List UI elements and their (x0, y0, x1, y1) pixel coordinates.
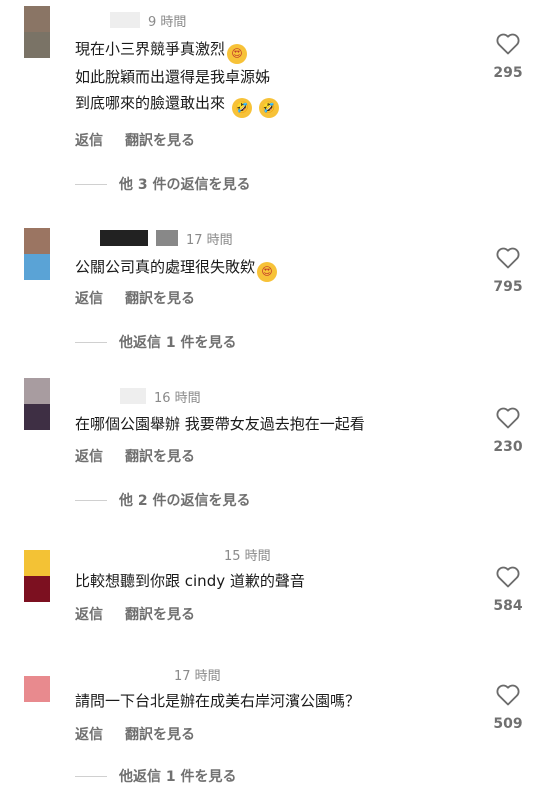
avatar-bottom (24, 404, 50, 430)
like-control: 509 (490, 684, 526, 732)
heart-icon[interactable] (496, 684, 520, 706)
view-replies-label: 他返信 1 件を見る (119, 769, 237, 785)
comment-line: 如此脫穎而出還得是我卓源姊 (75, 68, 271, 86)
heart-icon[interactable] (496, 33, 520, 55)
reply-button[interactable]: 返信 (75, 604, 103, 624)
divider-line (75, 499, 107, 501)
like-count: 795 (493, 279, 523, 295)
like-control: 295 (490, 33, 526, 81)
avatar[interactable] (24, 6, 50, 58)
comment-actions: 返信 翻訳を見る (75, 446, 195, 466)
avatar[interactable] (24, 550, 50, 602)
avatar[interactable] (24, 676, 50, 728)
comment-meta: 9 時間 (110, 10, 186, 30)
comment-line: 比較想聽到你跟 cindy 道歉的聲音 (75, 572, 305, 590)
comment-actions: 返信 翻訳を見る (75, 604, 195, 624)
reply-button[interactable]: 返信 (75, 446, 103, 466)
comment-actions: 返信 翻訳を見る (75, 724, 195, 744)
reply-button[interactable]: 返信 (75, 288, 103, 308)
avatar-bottom (24, 576, 50, 602)
rofl-emoji: 🤣 (231, 98, 252, 118)
timestamp: 15 時間 (224, 548, 271, 564)
redacted-username (156, 230, 178, 246)
comment-meta: 15 時間 (224, 544, 271, 564)
comment-line: 到底哪來的臉還敢出來 🤣 🤣 (75, 90, 475, 118)
redacted-username (100, 230, 148, 246)
heart-icon[interactable] (496, 247, 520, 269)
reply-button[interactable]: 返信 (75, 130, 103, 150)
view-replies-button[interactable]: 他返信 1 件を見る (75, 766, 237, 786)
divider-line (75, 183, 107, 185)
avatar-top (24, 6, 50, 32)
comment-text: 公關公司真的處理很失敗欸 😍 (75, 254, 475, 282)
heart-eyes-emoji: 😍 (227, 44, 248, 64)
avatar-top (24, 378, 50, 404)
avatar[interactable] (24, 228, 50, 280)
comment-text: 請問一下台北是辦在成美右岸河濱公園嗎？ (75, 688, 475, 714)
reply-button[interactable]: 返信 (75, 724, 103, 744)
view-replies-label: 他 3 件の返信を見る (119, 177, 251, 193)
avatar-top (24, 550, 50, 576)
like-control: 584 (490, 566, 526, 614)
comment-text: 在哪個公園舉辦 我要帶女友過去抱在一起看 (75, 411, 475, 437)
comment-meta: 17 時間 (100, 228, 233, 248)
heart-icon[interactable] (496, 407, 520, 429)
comment-line: 請問一下台北是辦在成美右岸河濱公園嗎？ (75, 692, 361, 710)
avatar-bottom (24, 32, 50, 58)
redacted-username (110, 12, 140, 28)
redacted-username (120, 388, 146, 404)
like-count: 584 (493, 598, 523, 614)
avatar-top (24, 228, 50, 254)
comment-line: 在哪個公園舉辦 我要帶女友過去抱在一起看 (75, 415, 365, 433)
comment-meta: 17 時間 (174, 664, 221, 684)
like-control: 795 (490, 247, 526, 295)
avatar-bottom (24, 702, 50, 728)
timestamp: 17 時間 (186, 232, 233, 248)
avatar[interactable] (24, 378, 50, 430)
timestamp: 17 時間 (174, 668, 221, 684)
view-replies-button[interactable]: 他返信 1 件を見る (75, 332, 237, 352)
like-control: 230 (490, 407, 526, 455)
like-count: 230 (493, 439, 523, 455)
avatar-bottom (24, 254, 50, 280)
comment-actions: 返信 翻訳を見る (75, 130, 195, 150)
timestamp: 16 時間 (154, 390, 201, 406)
comment-actions: 返信 翻訳を見る (75, 288, 195, 308)
rofl-emoji: 🤣 (258, 98, 279, 118)
translate-button[interactable]: 翻訳を見る (125, 288, 195, 308)
timestamp: 9 時間 (148, 14, 187, 30)
translate-button[interactable]: 翻訳を見る (125, 130, 195, 150)
like-count: 509 (493, 716, 523, 732)
comment-line: 現在小三界競爭真激烈 😍 (75, 36, 475, 64)
divider-line (75, 341, 107, 343)
divider-line (75, 775, 107, 777)
avatar-top (24, 676, 50, 702)
view-replies-label: 他返信 1 件を見る (119, 335, 237, 351)
view-replies-label: 他 2 件の返信を見る (119, 493, 251, 509)
like-count: 295 (493, 65, 523, 81)
comment-text: 比較想聽到你跟 cindy 道歉的聲音 (75, 568, 475, 594)
view-replies-button[interactable]: 他 3 件の返信を見る (75, 174, 251, 194)
comment-line: 公關公司真的處理很失敗欸 😍 (75, 254, 475, 282)
comment-meta: 16 時間 (120, 386, 201, 406)
translate-button[interactable]: 翻訳を見る (125, 604, 195, 624)
translate-button[interactable]: 翻訳を見る (125, 446, 195, 466)
comment-text: 現在小三界競爭真激烈 😍 如此脫穎而出還得是我卓源姊 到底哪來的臉還敢出來 🤣 🤣 (75, 36, 475, 118)
heart-eyes-emoji: 😍 (257, 262, 278, 282)
translate-button[interactable]: 翻訳を見る (125, 724, 195, 744)
heart-icon[interactable] (496, 566, 520, 588)
view-replies-button[interactable]: 他 2 件の返信を見る (75, 490, 251, 510)
